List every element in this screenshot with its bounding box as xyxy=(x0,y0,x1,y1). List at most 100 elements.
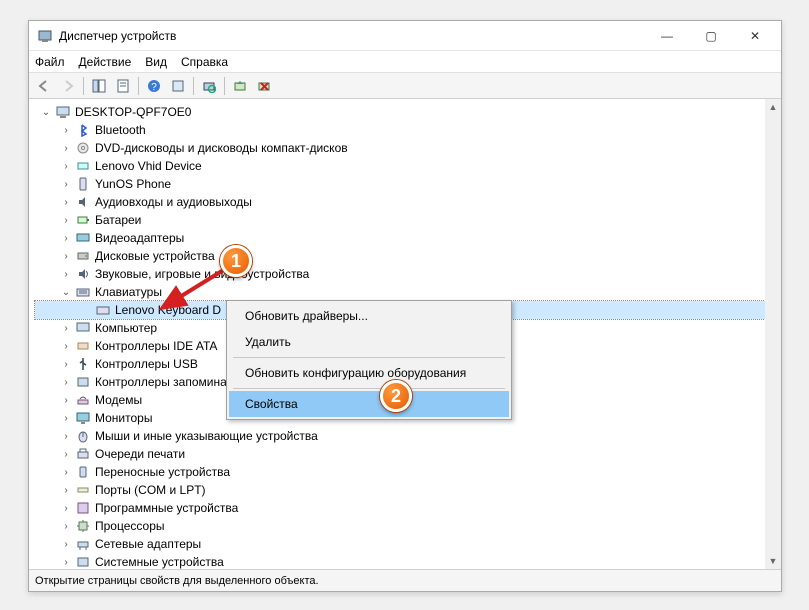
show-hide-console-button[interactable] xyxy=(88,75,110,97)
expander-icon[interactable]: › xyxy=(59,357,73,371)
expander-icon[interactable]: › xyxy=(59,195,73,209)
cat-label: Контроллеры USB xyxy=(95,357,198,371)
category-node[interactable]: ›Дисковые устройства xyxy=(35,247,775,265)
maximize-button[interactable]: ▢ xyxy=(689,22,733,50)
expander-icon[interactable]: › xyxy=(59,483,73,497)
ctx-uninstall[interactable]: Удалить xyxy=(229,329,509,355)
expander-icon[interactable]: › xyxy=(59,465,73,479)
cat-label: Процессоры xyxy=(95,519,165,533)
category-node[interactable]: ›Переносные устройства xyxy=(35,463,775,481)
close-icon: ✕ xyxy=(750,29,760,43)
expander-icon[interactable]: › xyxy=(59,501,73,515)
expander-icon[interactable]: ⌄ xyxy=(59,285,73,299)
cat-label: Системные устройства xyxy=(95,555,224,569)
battery-icon xyxy=(75,212,91,228)
category-node[interactable]: ›DVD-дисководы и дисководы компакт-диско… xyxy=(35,139,775,157)
root-node[interactable]: ⌄ DESKTOP-QPF7OE0 xyxy=(35,103,775,121)
expander-icon[interactable]: › xyxy=(59,555,73,569)
expander-icon[interactable]: › xyxy=(59,267,73,281)
cat-label: Компьютер xyxy=(95,321,157,335)
expander-icon[interactable]: › xyxy=(59,537,73,551)
category-node[interactable]: ›Аудиовходы и аудиовыходы xyxy=(35,193,775,211)
bluetooth-icon xyxy=(75,122,91,138)
port-icon xyxy=(75,482,91,498)
titlebar: Диспетчер устройств — ▢ ✕ xyxy=(29,21,781,51)
window-controls: — ▢ ✕ xyxy=(645,22,777,50)
expander-icon[interactable]: › xyxy=(59,519,73,533)
processor-icon xyxy=(75,518,91,534)
vertical-scrollbar[interactable]: ▲ ▼ xyxy=(765,99,781,569)
back-button[interactable] xyxy=(33,75,55,97)
toolbar-separator xyxy=(138,77,139,95)
print-queue-icon xyxy=(75,446,91,462)
scroll-up-button[interactable]: ▲ xyxy=(765,99,781,115)
category-node[interactable]: ›Звуковые, игровые и видеоустройства xyxy=(35,265,775,283)
category-node[interactable]: ›Bluetooth xyxy=(35,121,775,139)
category-node[interactable]: › Очереди печати xyxy=(35,445,775,463)
close-button[interactable]: ✕ xyxy=(733,22,777,50)
expander-icon[interactable]: › xyxy=(59,141,73,155)
expander-icon[interactable]: › xyxy=(59,375,73,389)
menu-view[interactable]: Вид xyxy=(145,55,167,69)
expander-icon[interactable]: › xyxy=(59,177,73,191)
scroll-track[interactable] xyxy=(765,115,781,553)
category-node[interactable]: › Lenovo Vhid Device xyxy=(35,157,775,175)
phone-icon xyxy=(75,176,91,192)
expander-icon[interactable]: › xyxy=(59,213,73,227)
cat-label: Порты (COM и LPT) xyxy=(95,483,206,497)
help-button[interactable]: ? xyxy=(143,75,165,97)
action-button-1[interactable] xyxy=(167,75,189,97)
category-node[interactable]: › Процессоры xyxy=(35,517,775,535)
expander-icon[interactable]: › xyxy=(59,339,73,353)
cat-label: Батареи xyxy=(95,213,141,227)
category-node[interactable]: ›Сетевые адаптеры xyxy=(35,535,775,553)
expander-icon[interactable]: › xyxy=(59,429,73,443)
minimize-button[interactable]: — xyxy=(645,22,689,50)
ctx-properties[interactable]: Свойства xyxy=(229,391,509,417)
uninstall-device-button[interactable] xyxy=(253,75,275,97)
category-node[interactable]: › Программные устройства xyxy=(35,499,775,517)
context-menu: Обновить драйверы... Удалить Обновить ко… xyxy=(226,300,512,420)
category-node[interactable]: ›Мыши и иные указывающие устройства xyxy=(35,427,775,445)
mouse-icon xyxy=(75,428,91,444)
cat-label: Мониторы xyxy=(95,411,152,425)
system-device-icon xyxy=(75,554,91,569)
dvd-icon xyxy=(75,140,91,156)
scan-hardware-button[interactable] xyxy=(198,75,220,97)
cat-label: Очереди печати xyxy=(95,447,185,461)
expander-icon[interactable]: › xyxy=(59,231,73,245)
cat-label: Программные устройства xyxy=(95,501,238,515)
toolbar-separator xyxy=(224,77,225,95)
category-node[interactable]: › Батареи xyxy=(35,211,775,229)
menu-help[interactable]: Справка xyxy=(181,55,228,69)
annotation-callout-1: 1 xyxy=(220,245,252,277)
expander-icon[interactable]: ⌄ xyxy=(39,105,53,119)
expander-icon[interactable]: › xyxy=(59,411,73,425)
expander-icon[interactable]: › xyxy=(59,447,73,461)
portable-icon xyxy=(75,464,91,480)
expander-icon[interactable]: › xyxy=(59,123,73,137)
expander-icon[interactable]: › xyxy=(59,159,73,173)
category-node-keyboards[interactable]: ⌄Клавиатуры xyxy=(35,283,775,301)
category-node[interactable]: › Порты (COM и LPT) xyxy=(35,481,775,499)
ctx-update-drivers[interactable]: Обновить драйверы... xyxy=(229,303,509,329)
forward-button[interactable] xyxy=(57,75,79,97)
expander-icon[interactable]: › xyxy=(59,249,73,263)
update-driver-button[interactable] xyxy=(229,75,251,97)
ctx-scan-hardware[interactable]: Обновить конфигурацию оборудования xyxy=(229,360,509,386)
display-adapter-icon xyxy=(75,230,91,246)
maximize-icon: ▢ xyxy=(705,29,716,43)
expander-icon[interactable]: › xyxy=(59,393,73,407)
menu-file[interactable]: Файл xyxy=(35,55,65,69)
usb-icon xyxy=(75,356,91,372)
category-node[interactable]: › Системные устройства xyxy=(35,553,775,569)
ctx-separator xyxy=(233,388,505,389)
category-node[interactable]: ›Видеоадаптеры xyxy=(35,229,775,247)
expander-icon[interactable]: › xyxy=(59,321,73,335)
category-node[interactable]: ›YunOS Phone xyxy=(35,175,775,193)
menu-action[interactable]: Действие xyxy=(79,55,132,69)
properties-button[interactable] xyxy=(112,75,134,97)
scroll-down-button[interactable]: ▼ xyxy=(765,553,781,569)
root-label: DESKTOP-QPF7OE0 xyxy=(75,105,191,119)
cat-label: Lenovo Vhid Device xyxy=(95,159,202,173)
